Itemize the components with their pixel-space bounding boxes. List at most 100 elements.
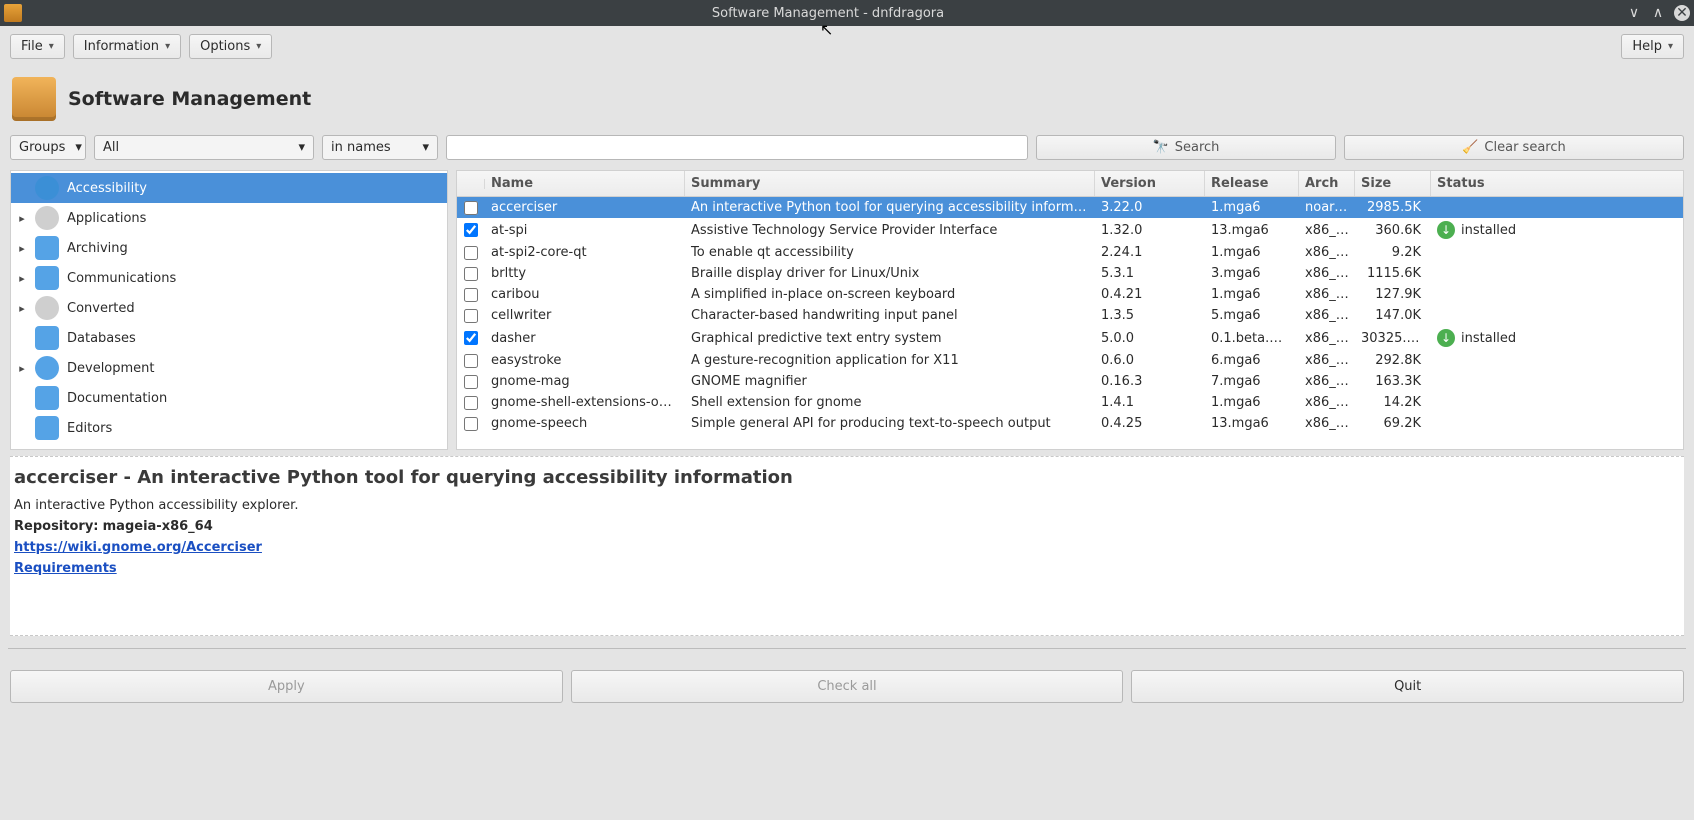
cell-status <box>1431 379 1683 385</box>
cell-name: cellwriter <box>485 305 685 326</box>
cell-name: gnome-speech <box>485 413 685 434</box>
row-checkbox[interactable] <box>464 267 478 281</box>
filter-all-dropdown[interactable]: All ▾ <box>94 135 314 160</box>
col-check[interactable] <box>457 179 485 189</box>
groups-dropdown[interactable]: Groups ▾ <box>10 135 86 160</box>
status-label: installed <box>1461 223 1516 238</box>
cell-version: 1.4.1 <box>1095 392 1205 413</box>
search-button[interactable]: 🔭 Search <box>1036 135 1336 160</box>
chevron-down-icon: ▾ <box>49 41 54 52</box>
col-status[interactable]: Status <box>1431 171 1683 196</box>
cell-name: brltty <box>485 263 685 284</box>
cell-arch: x86_64 <box>1299 220 1355 241</box>
row-checkbox[interactable] <box>464 223 478 237</box>
cell-status <box>1431 292 1683 298</box>
table-body[interactable]: accerciserAn interactive Python tool for… <box>457 197 1683 449</box>
col-summary[interactable]: Summary <box>685 171 1095 196</box>
table-row[interactable]: dasherGraphical predictive text entry sy… <box>457 326 1683 350</box>
cell-arch: x86_64 <box>1299 263 1355 284</box>
table-row[interactable]: accerciserAn interactive Python tool for… <box>457 197 1683 218</box>
row-checkbox[interactable] <box>464 246 478 260</box>
sidebar-item-accessibility[interactable]: Accessibility <box>11 173 447 203</box>
help-menu[interactable]: Help ▾ <box>1621 34 1684 59</box>
expander-icon: ▸ <box>17 362 27 375</box>
cell-summary: Shell extension for gnome <box>685 392 1095 413</box>
cell-size: 9.2K <box>1355 242 1431 263</box>
table-row[interactable]: gnome-shell-extensions-onboardShell exte… <box>457 392 1683 413</box>
cell-summary: Simple general API for producing text-to… <box>685 413 1095 434</box>
row-checkbox[interactable] <box>464 201 478 215</box>
search-input[interactable] <box>446 135 1028 160</box>
package-table: Name Summary Version Release Arch Size S… <box>456 170 1684 450</box>
cell-status <box>1431 250 1683 256</box>
row-checkbox[interactable] <box>464 396 478 410</box>
row-checkbox[interactable] <box>464 288 478 302</box>
col-arch[interactable]: Arch <box>1299 171 1355 196</box>
sidebar-item-communications[interactable]: ▸Communications <box>11 263 447 293</box>
row-checkbox[interactable] <box>464 375 478 389</box>
row-checkbox[interactable] <box>464 309 478 323</box>
horizontal-separator <box>8 648 1686 656</box>
sidebar-item-archiving[interactable]: ▸Archiving <box>11 233 447 263</box>
table-row[interactable]: caribouA simplified in-place on-screen k… <box>457 284 1683 305</box>
sidebar-item-editors[interactable]: Editors <box>11 413 447 443</box>
table-row[interactable]: easystrokeA gesture-recognition applicat… <box>457 350 1683 371</box>
cell-version: 3.22.0 <box>1095 197 1205 218</box>
clear-search-button[interactable]: 🧹 Clear search <box>1344 135 1684 160</box>
information-menu[interactable]: Information ▾ <box>73 34 181 59</box>
close-button[interactable]: ✕ <box>1674 5 1690 21</box>
sidebar-item-applications[interactable]: ▸Applications <box>11 203 447 233</box>
category-sidebar[interactable]: Accessibility▸Applications▸Archiving▸Com… <box>10 170 448 450</box>
cell-arch: x86_64 <box>1299 413 1355 434</box>
cell-size: 1115.6K <box>1355 263 1431 284</box>
cell-size: 360.6K <box>1355 220 1431 241</box>
sidebar-item-development[interactable]: ▸Development <box>11 353 447 383</box>
detail-url-link[interactable]: https://wiki.gnome.org/Accerciser <box>14 540 262 555</box>
col-release[interactable]: Release <box>1205 171 1299 196</box>
row-checkbox[interactable] <box>464 354 478 368</box>
cell-version: 2.24.1 <box>1095 242 1205 263</box>
maximize-button[interactable]: ∧ <box>1650 5 1666 21</box>
table-row[interactable]: at-spi2-core-qtTo enable qt accessibilit… <box>457 242 1683 263</box>
row-checkbox[interactable] <box>464 417 478 431</box>
sidebar-item-documentation[interactable]: Documentation <box>11 383 447 413</box>
minimize-button[interactable]: ∨ <box>1626 5 1642 21</box>
search-scope-label: in names <box>331 140 391 155</box>
status-label: installed <box>1461 331 1516 346</box>
apply-button[interactable]: Apply <box>10 670 563 703</box>
cell-release: 1.mga6 <box>1205 392 1299 413</box>
cell-version: 1.3.5 <box>1095 305 1205 326</box>
expander-icon: ▸ <box>17 302 27 315</box>
sidebar-item-converted[interactable]: ▸Converted <box>11 293 447 323</box>
apply-button-label: Apply <box>268 679 305 694</box>
detail-requirements-link[interactable]: Requirements <box>14 561 117 576</box>
table-row[interactable]: gnome-speechSimple general API for produ… <box>457 413 1683 434</box>
table-row[interactable]: cellwriterCharacter-based handwriting in… <box>457 305 1683 326</box>
sidebar-item-databases[interactable]: Databases <box>11 323 447 353</box>
table-row[interactable]: brlttyBraille display driver for Linux/U… <box>457 263 1683 284</box>
cell-release: 0.1.beta.mga6 <box>1205 328 1299 349</box>
col-size[interactable]: Size <box>1355 171 1431 196</box>
table-row[interactable]: gnome-magGNOME magnifier0.16.37.mga6x86_… <box>457 371 1683 392</box>
menu-bar: File ▾ Information ▾ Options ▾ Help ▾ <box>0 26 1694 67</box>
cell-status <box>1431 313 1683 319</box>
cell-arch: x86_64 <box>1299 350 1355 371</box>
table-row[interactable]: at-spiAssistive Technology Service Provi… <box>457 218 1683 242</box>
cell-status <box>1431 421 1683 427</box>
cell-release: 1.mga6 <box>1205 242 1299 263</box>
col-version[interactable]: Version <box>1095 171 1205 196</box>
check-all-label: Check all <box>817 679 876 694</box>
quit-button[interactable]: Quit <box>1131 670 1684 703</box>
cell-summary: Assistive Technology Service Provider In… <box>685 220 1095 241</box>
chevron-down-icon: ▾ <box>75 140 82 155</box>
row-checkbox[interactable] <box>464 331 478 345</box>
cell-release: 1.mga6 <box>1205 197 1299 218</box>
check-all-button[interactable]: Check all <box>571 670 1124 703</box>
options-menu[interactable]: Options ▾ <box>189 34 272 59</box>
col-name[interactable]: Name <box>485 171 685 196</box>
search-scope-dropdown[interactable]: in names ▾ <box>322 135 438 160</box>
cell-status <box>1431 205 1683 211</box>
file-menu[interactable]: File ▾ <box>10 34 65 59</box>
cell-release: 7.mga6 <box>1205 371 1299 392</box>
cell-size: 147.0K <box>1355 305 1431 326</box>
